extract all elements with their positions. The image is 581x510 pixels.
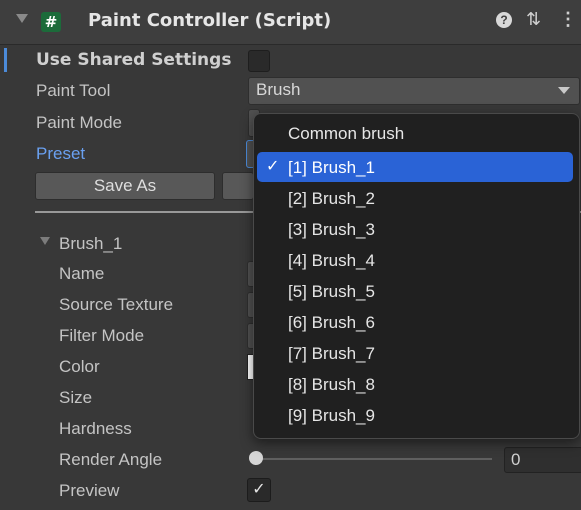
menu-item-brush-8[interactable]: [8] Brush_8 [288,375,375,395]
use-shared-settings-label: Use Shared Settings [36,50,232,70]
menu-section-header: Common brush [288,124,405,143]
menu-item-brush-6[interactable]: [6] Brush_6 [288,313,375,333]
check-icon: ✓ [266,158,280,175]
menu-item-brush-5[interactable]: [5] Brush_5 [288,282,375,302]
render-angle-value: 0 [511,450,521,469]
more-options-icon[interactable]: ⋮ [559,9,577,30]
brush-foldout-label[interactable]: Brush_1 [59,234,122,254]
brush-foldout-arrow-icon[interactable] [40,237,50,245]
menu-item-brush-9[interactable]: [9] Brush_9 [288,406,375,426]
secondary-button[interactable] [222,172,254,200]
menu-item-brush-7[interactable]: [7] Brush_7 [288,344,375,364]
component-title: Paint Controller (Script) [88,10,332,31]
filter-mode-label: Filter Mode [59,326,145,345]
name-label: Name [59,264,105,283]
chevron-down-icon [558,87,570,94]
component-foldout-arrow-icon[interactable] [16,14,28,23]
help-icon[interactable]: ? [496,12,512,28]
settings-icon[interactable]: ⇅ [526,9,541,30]
preview-label: Preview [59,481,120,500]
preset-label: Preset [36,144,86,163]
render-angle-slider-handle[interactable] [249,451,263,465]
menu-item-brush-1[interactable]: [1] Brush_1 [288,158,375,178]
preview-checkbox[interactable]: ✓ [247,478,271,502]
menu-item-brush-3[interactable]: [3] Brush_3 [288,220,375,240]
paint-mode-label: Paint Mode [36,113,122,132]
paint-tool-value: Brush [256,80,301,99]
menu-item-brush-4[interactable]: [4] Brush_4 [288,251,375,271]
hardness-label: Hardness [59,419,132,438]
source-texture-label: Source Texture [59,295,174,314]
render-angle-slider-track[interactable] [260,458,492,460]
paint-tool-label: Paint Tool [36,81,111,100]
menu-item-brush-2[interactable]: [2] Brush_2 [288,189,375,209]
save-as-button[interactable]: Save As [35,172,215,200]
color-label: Color [59,357,100,376]
size-label: Size [59,388,93,407]
script-icon: # [41,12,61,32]
render-angle-label: Render Angle [59,450,163,469]
use-shared-settings-checkbox[interactable] [248,50,270,72]
selection-indicator [4,48,7,72]
